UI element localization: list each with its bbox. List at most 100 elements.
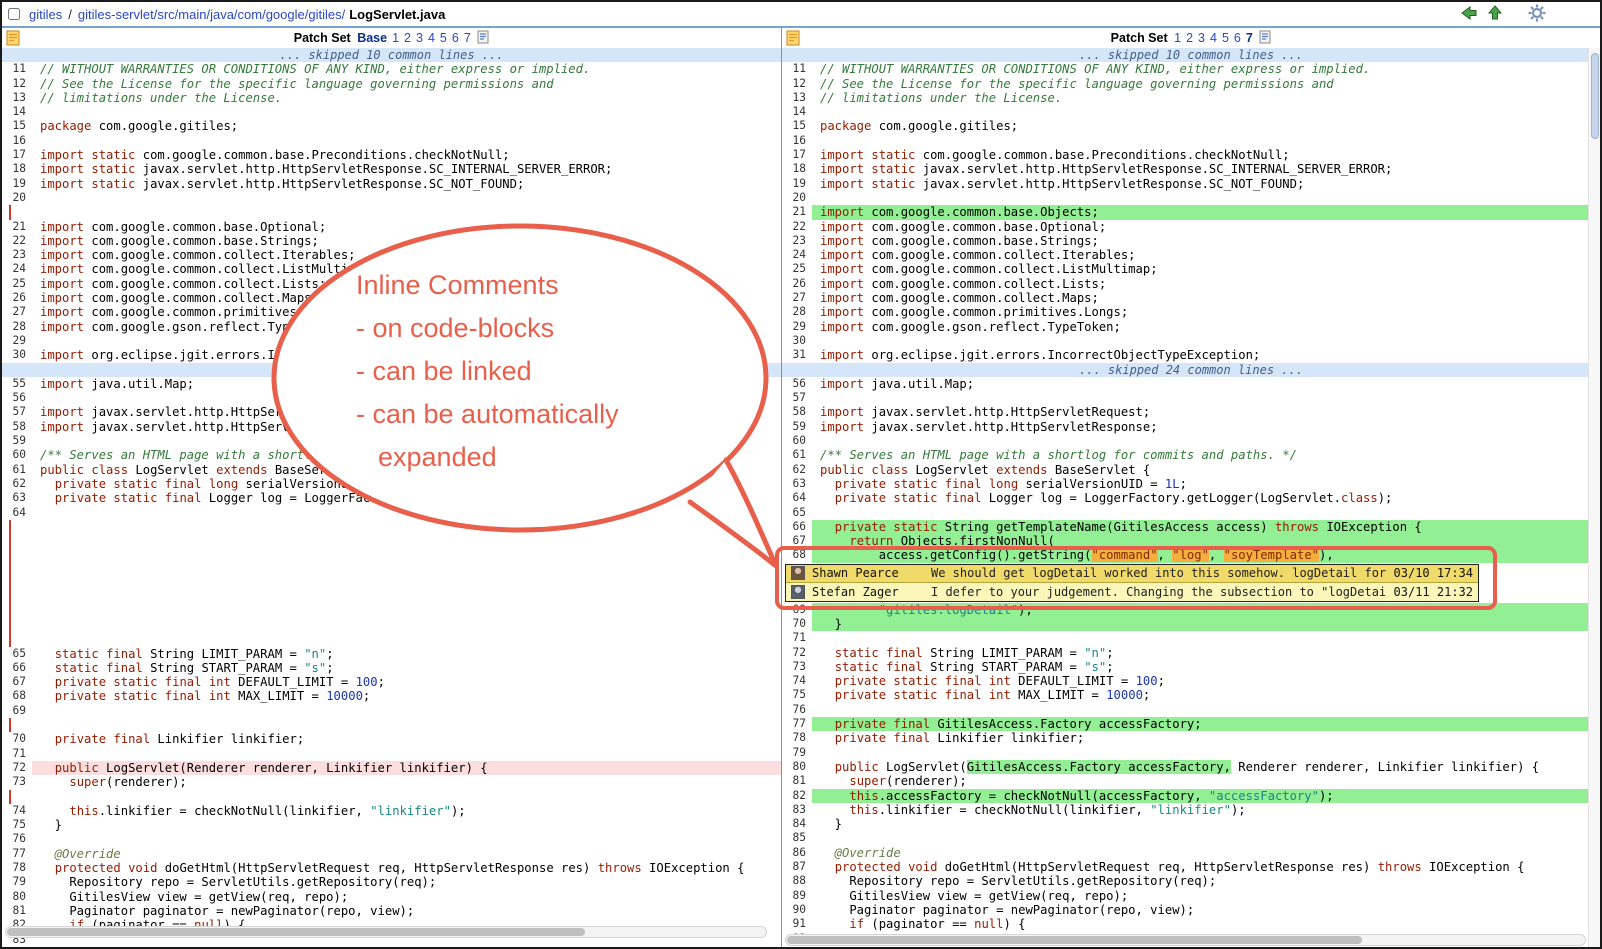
line-number[interactable]: 76 (782, 703, 812, 717)
skipped-lines-expander[interactable]: ... skipped 10 common lines ... (782, 48, 1600, 62)
line-number[interactable]: 76 (2, 832, 32, 846)
line-number[interactable]: 22 (2, 234, 32, 248)
line-number[interactable]: 12 (2, 77, 32, 91)
breadcrumb-path-link[interactable]: gitiles-servlet/src/main/java/com/google… (78, 7, 345, 22)
line-number[interactable]: 81 (2, 904, 32, 918)
patchset-link-1[interactable]: 1 (1174, 31, 1181, 45)
line-number[interactable]: 65 (782, 506, 812, 520)
line-number[interactable]: 27 (782, 291, 812, 305)
line-number[interactable]: 79 (782, 746, 812, 760)
line-number[interactable]: 30 (2, 348, 32, 362)
line-number[interactable]: 62 (782, 463, 812, 477)
line-number[interactable]: 75 (782, 688, 812, 702)
settings-gear-icon[interactable] (1528, 4, 1546, 25)
line-number[interactable]: 73 (782, 660, 812, 674)
line-number[interactable]: 59 (782, 420, 812, 434)
line-number[interactable]: 17 (2, 148, 32, 162)
line-number[interactable]: 58 (782, 405, 812, 419)
line-number[interactable]: 23 (782, 234, 812, 248)
patchset-link-2[interactable]: 2 (404, 31, 411, 45)
line-number[interactable]: 90 (782, 903, 812, 917)
line-number[interactable]: 84 (782, 817, 812, 831)
patchset-link-4[interactable]: 4 (1210, 31, 1217, 45)
line-number[interactable]: 16 (782, 134, 812, 148)
line-number[interactable]: 30 (782, 334, 812, 348)
line-number[interactable]: 66 (2, 661, 32, 675)
up-to-change-arrow-icon[interactable] (1487, 4, 1503, 24)
line-number[interactable]: 78 (2, 861, 32, 875)
line-number[interactable]: 25 (782, 262, 812, 276)
line-number[interactable]: 71 (2, 747, 32, 761)
line-number[interactable]: 75 (2, 818, 32, 832)
patchset-link-5[interactable]: 5 (1222, 31, 1229, 45)
line-number[interactable]: 70 (782, 617, 812, 631)
line-number[interactable]: 11 (2, 62, 32, 76)
reviewed-checkbox[interactable] (8, 8, 20, 20)
line-number[interactable]: 22 (782, 220, 812, 234)
line-number[interactable]: 89 (782, 889, 812, 903)
line-number[interactable]: 21 (782, 205, 812, 219)
skipped-lines-expander[interactable]: ... skipped 24 common lines ... (2, 363, 781, 377)
comment-widget[interactable]: Shawn PearceWe should get logDetail work… (785, 564, 1479, 602)
line-number[interactable]: 62 (2, 477, 32, 491)
line-number[interactable]: 79 (2, 875, 32, 889)
line-number[interactable]: 63 (782, 477, 812, 491)
line-number[interactable]: 70 (2, 732, 32, 746)
line-number[interactable]: 74 (2, 804, 32, 818)
line-number[interactable]: 77 (2, 847, 32, 861)
line-number[interactable]: 11 (782, 62, 812, 76)
line-number[interactable]: 20 (2, 191, 32, 205)
line-number[interactable]: 24 (2, 262, 32, 276)
line-number[interactable]: 28 (2, 320, 32, 334)
line-number[interactable]: 61 (782, 448, 812, 462)
patchset-doc-icon[interactable] (1259, 33, 1271, 47)
line-number[interactable]: 67 (2, 675, 32, 689)
line-number[interactable]: 69 (2, 704, 32, 718)
line-number[interactable]: 20 (782, 191, 812, 205)
line-number[interactable]: 25 (2, 277, 32, 291)
line-number[interactable]: 17 (782, 148, 812, 162)
line-number[interactable]: 82 (782, 789, 812, 803)
vertical-scrollbar[interactable] (1588, 48, 1600, 947)
patchset-link-6[interactable]: 6 (1234, 31, 1241, 45)
line-number[interactable]: 88 (782, 874, 812, 888)
line-number[interactable]: 13 (782, 91, 812, 105)
patchset-link-3[interactable]: 3 (1198, 31, 1205, 45)
line-number[interactable]: 13 (2, 91, 32, 105)
line-number[interactable]: 86 (782, 846, 812, 860)
patchset-link-1[interactable]: 1 (392, 31, 399, 45)
line-number[interactable]: 61 (2, 463, 32, 477)
line-number[interactable]: 28 (782, 305, 812, 319)
line-number[interactable]: 87 (782, 860, 812, 874)
line-number[interactable]: 81 (782, 774, 812, 788)
line-number[interactable]: 69 (782, 603, 812, 617)
patchset-link-base[interactable]: Base (357, 31, 387, 45)
patchset-doc-icon[interactable] (477, 33, 489, 47)
patchset-link-6[interactable]: 6 (452, 31, 459, 45)
line-number[interactable]: 26 (782, 277, 812, 291)
line-number[interactable]: 29 (2, 334, 32, 348)
line-number[interactable]: 83 (782, 803, 812, 817)
line-number[interactable]: 16 (2, 134, 32, 148)
line-number[interactable]: 31 (782, 348, 812, 362)
right-horizontal-scrollbar[interactable] (785, 934, 1586, 946)
line-number[interactable]: 14 (782, 105, 812, 119)
patchset-link-7[interactable]: 7 (464, 31, 471, 45)
line-number[interactable] (2, 718, 32, 732)
line-number[interactable]: 64 (782, 491, 812, 505)
line-number[interactable]: 80 (2, 890, 32, 904)
inline-comment[interactable]: Stefan ZagerI defer to your judgement. C… (786, 583, 1478, 601)
line-number[interactable]: 21 (2, 220, 32, 234)
line-number[interactable]: 19 (782, 177, 812, 191)
line-number[interactable]: 68 (782, 548, 812, 562)
line-number[interactable]: 12 (782, 77, 812, 91)
line-number[interactable]: 57 (2, 405, 32, 419)
line-number[interactable]: 73 (2, 775, 32, 789)
line-number[interactable]: 19 (2, 177, 32, 191)
line-number[interactable]: 72 (782, 646, 812, 660)
line-number[interactable]: 56 (782, 377, 812, 391)
line-number[interactable]: 80 (782, 760, 812, 774)
left-horizontal-scrollbar[interactable] (5, 926, 767, 938)
prev-file-arrow-icon[interactable] (1459, 5, 1478, 24)
line-number[interactable]: 65 (2, 647, 32, 661)
